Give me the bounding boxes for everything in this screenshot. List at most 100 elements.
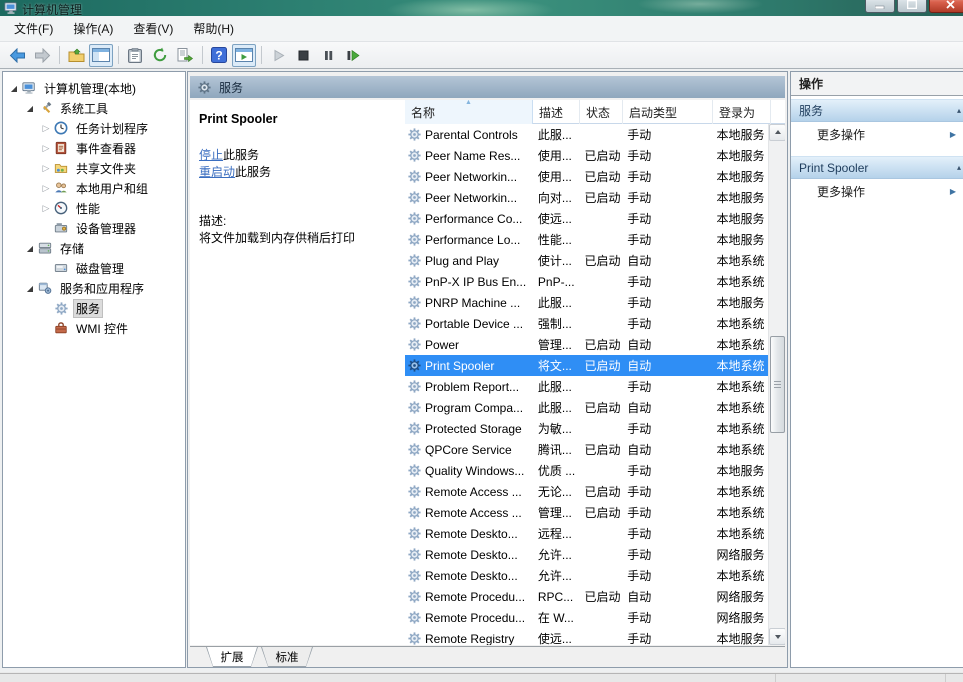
minimize-button[interactable] — [865, 0, 895, 13]
maximize-button[interactable] — [897, 0, 927, 13]
scroll-down-arrow-icon — [774, 635, 781, 642]
column-header-description[interactable]: 描述 — [533, 100, 580, 124]
service-row-plug-and-play[interactable]: Plug and Play 使计... 已启动 自动 本地系统 — [405, 250, 768, 271]
column-header-status[interactable]: 状态 — [580, 100, 623, 124]
tree-item-storage[interactable]: ◢ 存储 — [3, 238, 185, 258]
service-row-remote-access[interactable]: Remote Access ... 无论... 已启动 手动 本地系统 — [405, 481, 768, 502]
more-actions-print-spooler[interactable]: 更多操作 ▶ — [791, 179, 963, 204]
back-icon[interactable] — [5, 44, 29, 67]
start-service-icon[interactable] — [266, 44, 290, 67]
forward-icon[interactable] — [30, 44, 54, 67]
window-controls — [863, 0, 963, 13]
collapsed-arrow-icon[interactable]: ▷ — [39, 123, 53, 134]
show-console-tree-icon[interactable] — [89, 43, 113, 67]
refresh-icon[interactable] — [148, 44, 172, 67]
service-row-portable-device[interactable]: Portable Device ... 强制... 手动 本地系统 — [405, 313, 768, 334]
cell-logon-as: 本地服务 — [716, 128, 765, 142]
cell-name: Quality Windows... — [405, 464, 532, 478]
more-actions-services[interactable]: 更多操作 ▶ — [791, 122, 963, 147]
menu-view[interactable]: 查看(V) — [123, 17, 183, 40]
tree-item-event-viewer[interactable]: ▷ 事件查看器 — [3, 138, 185, 158]
tree-item-services[interactable]: 服务 — [3, 298, 185, 318]
scroll-up-button[interactable] — [769, 124, 785, 141]
menu-action[interactable]: 操作(A) — [63, 17, 123, 40]
service-row-problem-report[interactable]: Problem Report... 此服... 手动 本地系统 — [405, 376, 768, 397]
tree-item-task-scheduler[interactable]: ▷ 任务计划程序 — [3, 118, 185, 138]
tree-item-shared-folders[interactable]: ▷ 共享文件夹 — [3, 158, 185, 178]
service-row-protected-storage[interactable]: Protected Storage 为敏... 手动 本地系统 — [405, 418, 768, 439]
service-name: Program Compa... — [425, 400, 524, 415]
actions-section-services[interactable]: 服务 ▴ — [791, 99, 963, 122]
service-row-remote-registry[interactable]: Remote Registry 使远... 手动 本地服务 — [405, 628, 768, 645]
export-list-icon[interactable] — [173, 44, 197, 67]
restart-service-icon[interactable] — [341, 44, 365, 67]
close-button[interactable] — [929, 0, 963, 13]
scrollbar-thumb[interactable] — [770, 336, 785, 433]
show-action-pane-icon[interactable] — [232, 43, 256, 67]
service-row-remote-procedu[interactable]: Remote Procedu... RPC... 已启动 自动 网络服务 — [405, 586, 768, 607]
stop-service-link[interactable]: 停止 — [199, 148, 223, 162]
service-row-parental-controls[interactable]: Parental Controls 此服... 手动 本地服务 — [405, 124, 768, 145]
tree-item-label: WMI 控件 — [76, 321, 128, 336]
expanded-arrow-icon[interactable]: ◢ — [23, 284, 37, 293]
service-row-remote-deskto[interactable]: Remote Deskto... 允许... 手动 网络服务 — [405, 544, 768, 565]
service-row-peer-networkin[interactable]: Peer Networkin... 向对... 已启动 手动 本地服务 — [405, 187, 768, 208]
service-row-remote-deskto[interactable]: Remote Deskto... 远程... 手动 本地系统 — [405, 523, 768, 544]
service-row-power[interactable]: Power 管理... 已启动 自动 本地系统 — [405, 334, 768, 355]
service-row-quality-windows[interactable]: Quality Windows... 优质 ... 手动 本地服务 — [405, 460, 768, 481]
collapsed-arrow-icon[interactable]: ▷ — [39, 203, 53, 214]
cell-name: Protected Storage — [405, 422, 532, 436]
scroll-down-button[interactable] — [769, 628, 785, 645]
expanded-arrow-icon[interactable]: ◢ — [23, 104, 37, 113]
menu-help[interactable]: 帮助(H) — [183, 17, 244, 40]
service-row-performance-co[interactable]: Performance Co... 使远... 手动 本地服务 — [405, 208, 768, 229]
tree-item-local-users-and-groups[interactable]: ▷ 本地用户和组 — [3, 178, 185, 198]
cell-name: Remote Procedu... — [405, 611, 532, 625]
service-row-program-compa[interactable]: Program Compa... 此服... 已启动 自动 本地系统 — [405, 397, 768, 418]
properties-icon[interactable] — [123, 44, 147, 67]
restart-service-link[interactable]: 重启动 — [199, 165, 235, 179]
service-row-performance-lo[interactable]: Performance Lo... 性能... 手动 本地服务 — [405, 229, 768, 250]
collapsed-arrow-icon[interactable]: ▷ — [39, 163, 53, 174]
tree-item-system-tools[interactable]: ◢ 系统工具 — [3, 98, 185, 118]
service-row-peer-networkin[interactable]: Peer Networkin... 使用... 已启动 手动 本地服务 — [405, 166, 768, 187]
tree-item-performance[interactable]: ▷ 性能 — [3, 198, 185, 218]
collapsed-arrow-icon[interactable]: ▷ — [39, 143, 53, 154]
column-header-logon-as[interactable]: 登录为 — [713, 100, 771, 124]
more-actions-services-label: 更多操作 — [817, 128, 866, 142]
collapsed-arrow-icon[interactable]: ▷ — [39, 183, 53, 194]
tree-item-computer-management[interactable]: ◢ 计算机管理(本地) — [3, 78, 185, 98]
toolbar-separator — [261, 46, 262, 64]
expanded-arrow-icon[interactable]: ◢ — [23, 244, 37, 253]
description-label: 描述: — [199, 214, 227, 228]
title-bar[interactable]: 计算机管理 — [0, 0, 963, 16]
pause-service-icon[interactable] — [316, 44, 340, 67]
service-row-peer-name-res[interactable]: Peer Name Res... 使用... 已启动 手动 本地服务 — [405, 145, 768, 166]
service-row-qpcore-service[interactable]: QPCore Service 腾讯... 已启动 自动 本地系统 — [405, 439, 768, 460]
service-row-remote-procedu[interactable]: Remote Procedu... 在 W... 手动 网络服务 — [405, 607, 768, 628]
cell-logon-as: 网络服务 — [716, 611, 765, 625]
column-header-name[interactable]: ▲ 名称 — [405, 100, 533, 124]
tab-extended[interactable]: 扩展 — [206, 647, 258, 667]
service-gear-icon — [408, 485, 421, 498]
service-row-pnp-x-ip-bus-en[interactable]: PnP-X IP Bus En... PnP-... 手动 本地系统 — [405, 271, 768, 292]
service-row-remote-access[interactable]: Remote Access ... 管理... 已启动 手动 本地系统 — [405, 502, 768, 523]
menu-file[interactable]: 文件(F) — [4, 17, 63, 40]
actions-section-print-spooler[interactable]: Print Spooler ▴ — [791, 156, 963, 179]
vertical-scrollbar[interactable] — [768, 124, 785, 645]
help-icon[interactable]: ? — [207, 44, 231, 67]
stop-service-icon[interactable] — [291, 44, 315, 67]
service-row-pnrp-machine[interactable]: PNRP Machine ... 此服... 手动 本地服务 — [405, 292, 768, 313]
service-row-print-spooler[interactable]: Print Spooler 将文... 已启动 自动 本地系统 — [405, 355, 768, 376]
column-header-startup-type[interactable]: 启动类型 — [623, 100, 713, 124]
tree-item-services-and-applications[interactable]: ◢ 服务和应用程序 — [3, 278, 185, 298]
actions-panel-header: 操作 — [791, 72, 963, 96]
service-row-remote-deskto[interactable]: Remote Deskto... 允许... 手动 本地系统 — [405, 565, 768, 586]
tree-item-disk-management[interactable]: 磁盘管理 — [3, 258, 185, 278]
service-gear-icon — [408, 443, 421, 456]
tree-item-wmi-control[interactable]: WMI 控件 — [3, 318, 185, 338]
tree-item-device-manager[interactable]: 设备管理器 — [3, 218, 185, 238]
tab-standard[interactable]: 标准 — [261, 647, 313, 667]
export-folder-icon[interactable] — [64, 44, 88, 67]
expanded-arrow-icon[interactable]: ◢ — [7, 84, 21, 93]
